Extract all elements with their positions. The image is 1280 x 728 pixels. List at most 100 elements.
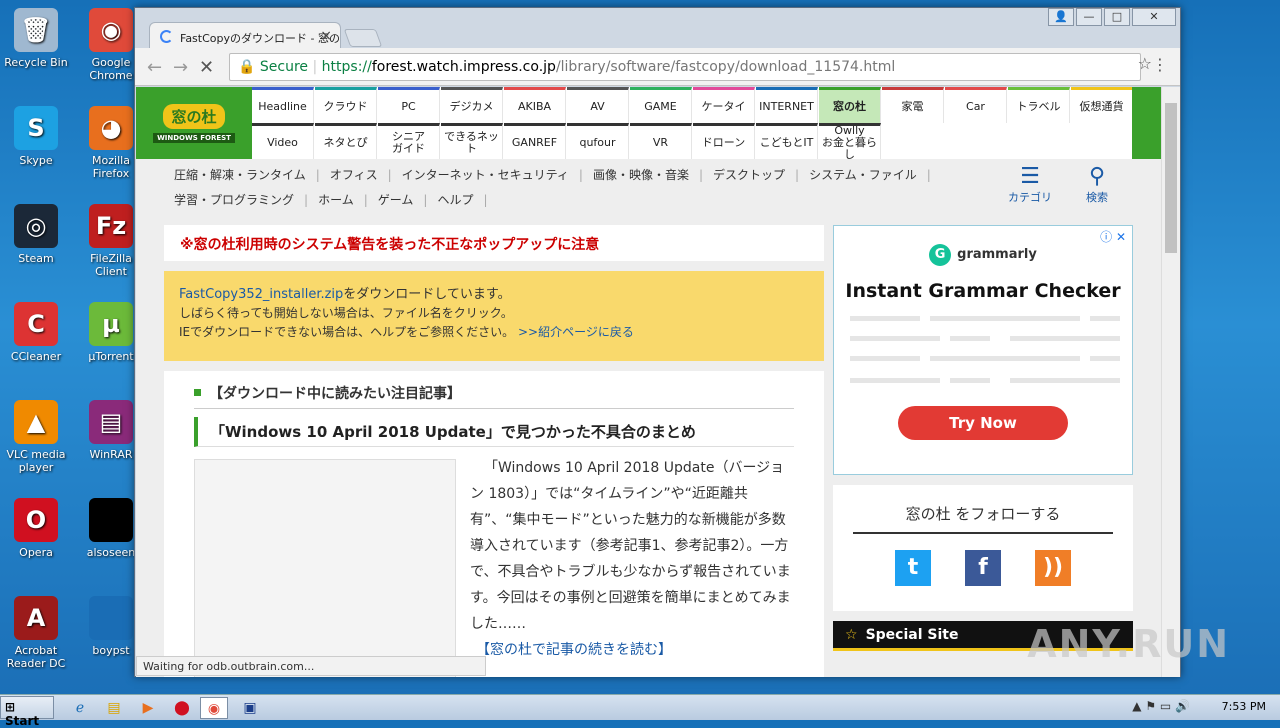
- download-filename-link[interactable]: FastCopy352_installer.zip: [179, 287, 343, 302]
- category-link[interactable]: オフィス: [330, 168, 378, 182]
- nav-item[interactable]: 窓の杜: [819, 87, 881, 123]
- nav-item[interactable]: こどもとIT: [756, 123, 818, 159]
- ad-info-icon[interactable]: ⓘ ✕: [1100, 228, 1126, 245]
- desktop-icon-label: Acrobat Reader DC: [6, 644, 66, 670]
- article-title[interactable]: 「Windows 10 April 2018 Update」で見つかった不具合の…: [194, 417, 794, 447]
- category-menu[interactable]: ☰ カテゴリ: [1008, 165, 1052, 205]
- desktop-app-icon: 🗑: [14, 8, 58, 52]
- nav-item[interactable]: Headline: [252, 87, 314, 123]
- nav-item[interactable]: AKIBA: [504, 87, 566, 123]
- media-player-icon[interactable]: ▶: [134, 697, 162, 719]
- category-link[interactable]: 学習・プログラミング: [174, 193, 294, 207]
- search-label: 検索: [1086, 191, 1108, 204]
- nav-item[interactable]: 仮想通貨: [1071, 87, 1133, 123]
- tab-close-icon[interactable]: ×: [320, 28, 332, 44]
- nav-item[interactable]: デジカメ: [441, 87, 503, 123]
- start-button[interactable]: ⊞ Start: [0, 696, 54, 728]
- read-more-link[interactable]: 【窓の杜で記事の続きを読む】: [476, 639, 672, 659]
- new-tab-button[interactable]: [343, 29, 383, 47]
- minimize-button[interactable]: —: [1076, 8, 1102, 26]
- desktop-icon[interactable]: S Skype: [1, 100, 71, 167]
- category-link[interactable]: インターネット・セキュリティ: [402, 168, 569, 182]
- category-link[interactable]: ヘルプ: [437, 193, 473, 207]
- page-scrollbar[interactable]: [1161, 87, 1180, 677]
- nav-item[interactable]: Owlly お金と暮らし: [819, 123, 881, 160]
- nav-item[interactable]: 家電: [882, 87, 944, 123]
- maximize-button[interactable]: □: [1104, 8, 1130, 26]
- secure-label: Secure: [259, 59, 309, 75]
- grammarly-ad[interactable]: ⓘ ✕ Ggrammarly Instant Grammar Checker T…: [833, 225, 1133, 475]
- windows-logo-icon: ⊞: [5, 700, 16, 714]
- fastcopy-icon[interactable]: ▣: [236, 697, 264, 719]
- category-link[interactable]: 画像・映像・音楽: [593, 168, 689, 182]
- nav-item[interactable]: ケータイ: [693, 87, 755, 123]
- desktop-icon-label: Steam: [18, 252, 54, 265]
- ad-brand: Ggrammarly: [834, 244, 1132, 266]
- site-logo[interactable]: 窓の杜 WINDOWS FOREST: [136, 87, 252, 159]
- desktop-icon-label: CCleaner: [10, 350, 62, 363]
- close-button[interactable]: ✕: [1132, 8, 1176, 26]
- back-to-intro-link[interactable]: >>紹介ページに戻る: [518, 325, 634, 339]
- explorer-icon[interactable]: ▤: [100, 697, 128, 719]
- system-tray[interactable]: ▲ ⚑ ▭ 🔊: [1132, 699, 1190, 713]
- stop-icon[interactable]: ✕: [199, 57, 214, 78]
- category-link[interactable]: システム・ファイル: [809, 168, 917, 182]
- chrome-menu-icon[interactable]: ⋮: [1152, 55, 1168, 74]
- nav-item[interactable]: AV: [567, 87, 629, 123]
- category-link[interactable]: ホーム: [318, 193, 354, 207]
- web-page: 窓の杜 WINDOWS FOREST Headline クラウド PC デジカメ AKI…: [136, 87, 1162, 677]
- nav-item[interactable]: できるネット: [441, 123, 503, 159]
- lock-icon: 🔒: [238, 59, 260, 75]
- nav-item[interactable]: クラウド: [315, 87, 377, 123]
- nav-item[interactable]: Video: [252, 123, 314, 159]
- loading-spinner-icon: [160, 30, 173, 43]
- article-thumbnail[interactable]: [194, 459, 456, 677]
- ad-brand-text: grammarly: [957, 247, 1037, 262]
- nav-item[interactable]: ネタとぴ: [315, 123, 377, 159]
- follow-title: 窓の杜 をフォローする: [905, 505, 1061, 523]
- nav-item[interactable]: GANREF: [504, 123, 566, 159]
- rss-icon[interactable]: )): [1035, 550, 1071, 586]
- desktop-icon[interactable]: ◎ Steam: [1, 198, 71, 265]
- nav-item[interactable]: VR: [630, 123, 692, 159]
- star-icon: ☆: [845, 627, 858, 643]
- nav-item[interactable]: PC: [378, 87, 440, 123]
- ad-text-line: [850, 356, 920, 361]
- desktop-icon[interactable]: O Opera: [1, 492, 71, 559]
- back-icon[interactable]: ←: [147, 57, 162, 78]
- facebook-icon[interactable]: f: [965, 550, 1001, 586]
- browser-tab[interactable]: FastCopyのダウンロード - 窓の ×: [149, 22, 341, 49]
- tab-bar: FastCopyのダウンロード - 窓の × 👤 — □ ✕: [135, 8, 1180, 49]
- nav-item[interactable]: トラベル: [1008, 87, 1070, 123]
- nav-item[interactable]: ドローン: [693, 123, 755, 159]
- antivirus-icon[interactable]: ⬤: [168, 697, 196, 719]
- desktop-icon[interactable]: C CCleaner: [1, 296, 71, 363]
- security-warning[interactable]: ※窓の杜利用時のシステム警告を装った不正なポップアップに注意: [164, 225, 824, 261]
- desktop-icon-label: Skype: [19, 154, 53, 167]
- scrollbar-thumb[interactable]: [1165, 103, 1177, 253]
- user-icon[interactable]: 👤: [1048, 8, 1074, 26]
- desktop-icon[interactable]: 🗑 Recycle Bin: [1, 2, 71, 69]
- separator: |: [926, 168, 931, 182]
- category-link[interactable]: 圧縮・解凍・ランタイム: [174, 168, 306, 182]
- nav-item[interactable]: INTERNET: [756, 87, 818, 123]
- chrome-taskbar-icon[interactable]: ◉: [200, 697, 228, 719]
- chrome-window: FastCopyのダウンロード - 窓の × 👤 — □ ✕ ← → ✕ 🔒 S…: [134, 7, 1181, 677]
- category-link[interactable]: ゲーム: [378, 193, 414, 207]
- forward-icon[interactable]: →: [173, 57, 188, 78]
- ie-icon[interactable]: ℯ: [66, 697, 94, 719]
- desktop-icon[interactable]: ▲ VLC media player: [1, 394, 71, 474]
- category-link[interactable]: デスクトップ: [713, 168, 785, 182]
- nav-item[interactable]: GAME: [630, 87, 692, 123]
- separator: |: [698, 168, 704, 182]
- desktop-icon[interactable]: A Acrobat Reader DC: [1, 590, 71, 670]
- nav-item[interactable]: Car: [945, 87, 1007, 123]
- ad-cta-button[interactable]: Try Now: [898, 406, 1068, 440]
- bookmark-star-icon[interactable]: ☆: [1138, 54, 1152, 73]
- address-bar-row: ← → ✕ 🔒 Secure | https://forest.watch.im…: [135, 48, 1180, 86]
- twitter-icon[interactable]: t: [895, 550, 931, 586]
- search-menu[interactable]: ⚲ 検索: [1086, 165, 1108, 205]
- url-input[interactable]: 🔒 Secure | https://forest.watch.impress.…: [229, 53, 1141, 81]
- nav-item[interactable]: シニア ガイド: [378, 123, 440, 159]
- nav-item[interactable]: qufour: [567, 123, 629, 159]
